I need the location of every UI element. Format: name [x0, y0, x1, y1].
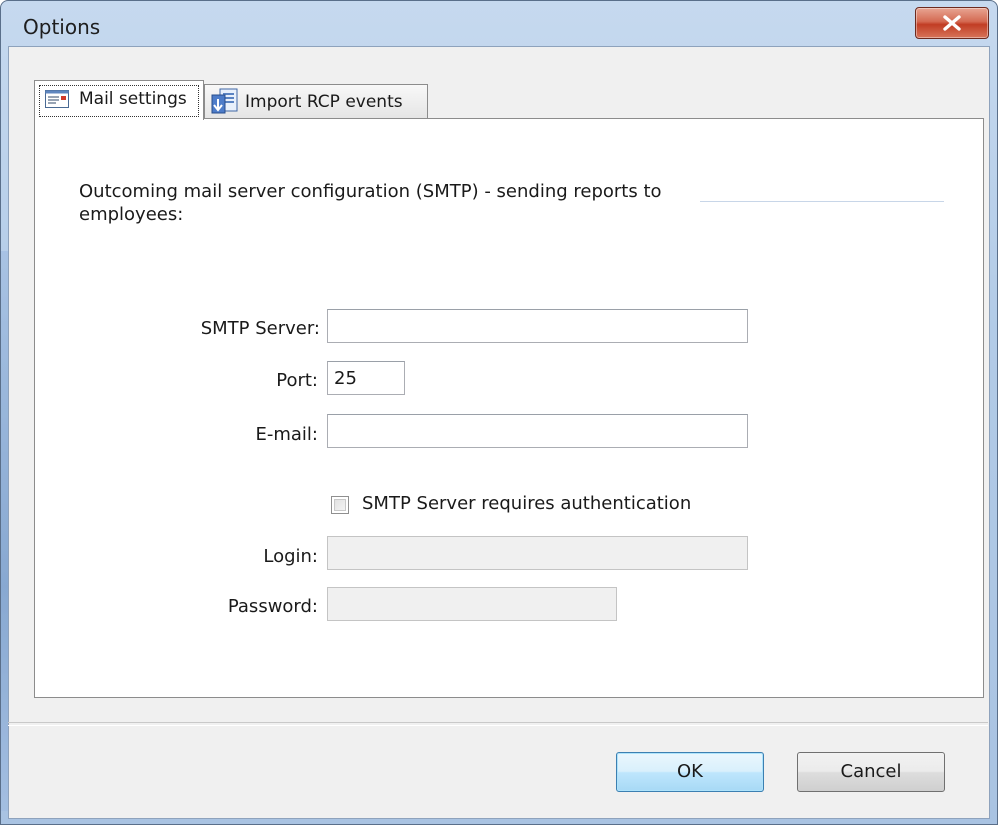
login-label: Login: [263, 546, 318, 567]
cancel-button[interactable]: Cancel [797, 752, 945, 792]
import-events-icon [211, 88, 238, 114]
mail-settings-icon [45, 90, 69, 108]
smtp-auth-checkbox[interactable] [331, 496, 349, 514]
ok-button[interactable]: OK [616, 752, 764, 792]
email-label: E-mail: [255, 424, 319, 445]
tab-label-mail-settings: Mail settings [79, 89, 187, 109]
smtp-auth-checkbox-label[interactable]: SMTP Server requires authentication [362, 493, 691, 514]
password-label: Password: [227, 596, 318, 617]
close-button[interactable] [915, 7, 989, 39]
login-input[interactable] [327, 536, 748, 570]
port-input[interactable]: 25 [327, 361, 405, 395]
tab-import-rcp-events[interactable]: Import RCP events [204, 84, 428, 120]
window-title: Options [23, 15, 101, 39]
smtp-server-input[interactable] [327, 309, 748, 343]
button-area-separator [8, 722, 988, 726]
tab-label-import-rcp-events: Import RCP events [245, 92, 403, 112]
smtp-description: Outcoming mail server configuration (SMT… [79, 181, 662, 225]
tab-mail-settings[interactable]: Mail settings [34, 80, 204, 120]
group-separator-line [700, 201, 944, 202]
port-label: Port: [276, 370, 318, 391]
password-input[interactable] [327, 587, 617, 621]
smtp-server-label: SMTP Server: [200, 318, 320, 339]
email-input[interactable] [327, 414, 748, 448]
close-icon [943, 15, 961, 31]
title-bar[interactable]: Options [1, 1, 997, 45]
